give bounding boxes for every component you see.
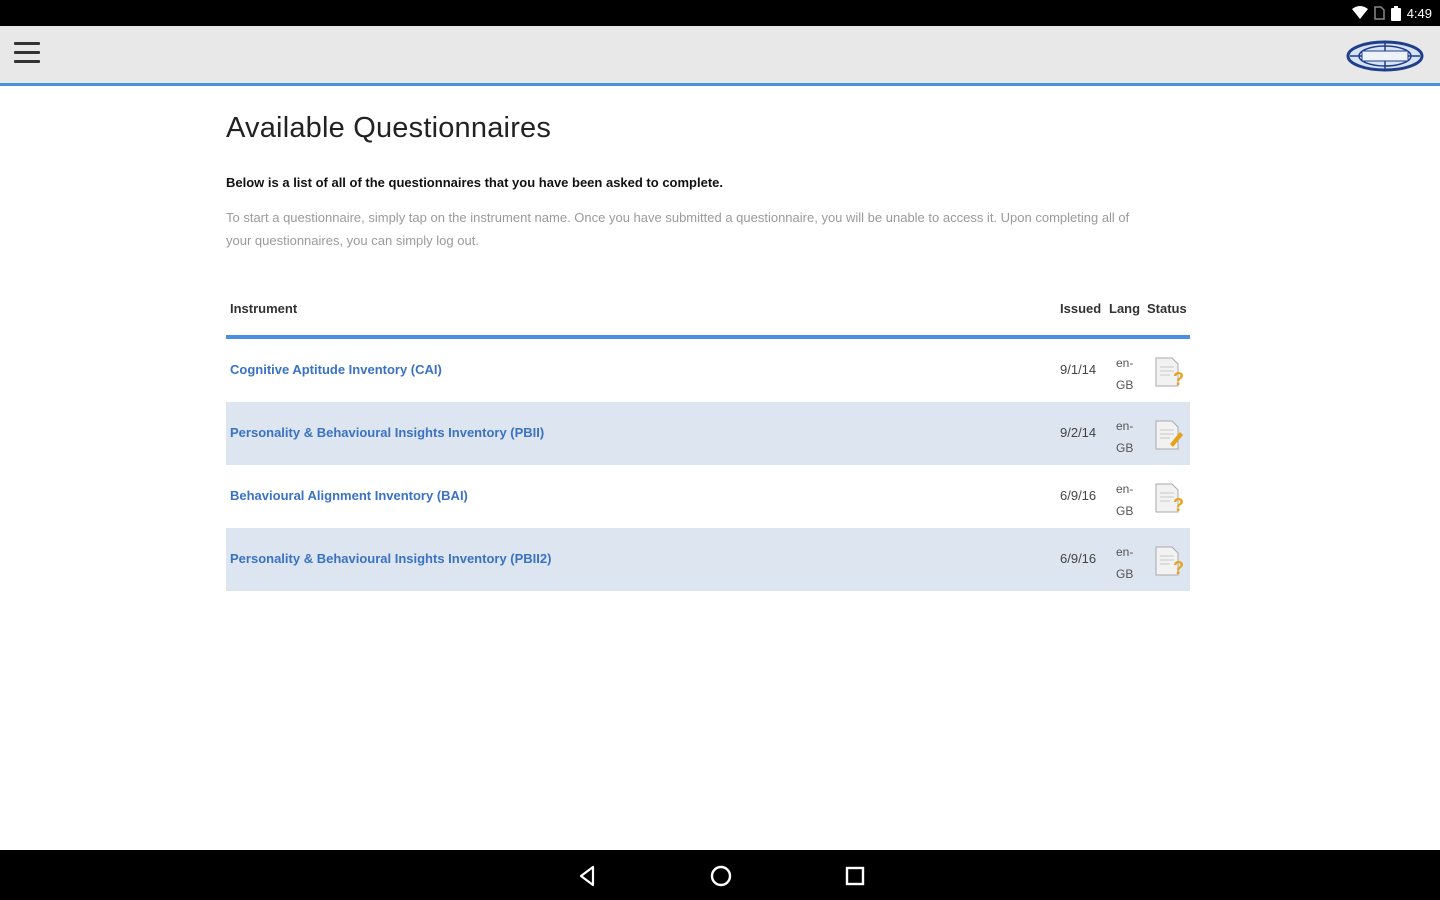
sim-icon: [1373, 6, 1385, 20]
lang-prefix: en-: [1116, 482, 1134, 496]
back-icon[interactable]: [575, 863, 601, 889]
app-toolbar: [0, 26, 1440, 86]
questionnaire-table: Instrument Issued Lang Status Cognitive …: [226, 290, 1190, 591]
system-navigation-bar: [0, 850, 1440, 900]
table-row: Personality & Behavioural Insights Inven…: [226, 402, 1190, 465]
svg-text:?: ?: [1173, 369, 1184, 389]
language-code: en- GB: [1116, 352, 1138, 396]
brand-logo-icon: [1346, 40, 1424, 72]
instrument-link[interactable]: Behavioural Alignment Inventory (BAI): [230, 488, 468, 503]
intro-instructions: To start a questionnaire, simply tap on …: [226, 210, 1130, 248]
table-row: Personality & Behavioural Insights Inven…: [226, 528, 1190, 591]
page-title: Available Questionnaires: [226, 112, 552, 144]
main-content: Available Questionnaires Below is a list…: [226, 110, 1190, 252]
lang-region: GB: [1116, 504, 1134, 518]
issued-date: 9/2/14: [1060, 425, 1097, 440]
issued-date: 9/1/14: [1060, 362, 1097, 377]
table-row: Cognitive Aptitude Inventory (CAI) 9/1/1…: [226, 339, 1190, 402]
home-icon[interactable]: [708, 863, 734, 889]
svg-text:?: ?: [1173, 495, 1184, 515]
lang-region: GB: [1116, 567, 1134, 581]
hamburger-menu-icon[interactable]: [14, 42, 42, 68]
lang-region: GB: [1116, 441, 1134, 455]
document-edit-icon[interactable]: [1152, 418, 1186, 452]
column-header-lang: Lang: [1109, 301, 1141, 316]
language-code: en- GB: [1116, 478, 1138, 522]
svg-text:?: ?: [1173, 558, 1184, 578]
table-row: Behavioural Alignment Inventory (BAI) 6/…: [226, 465, 1190, 528]
issued-date: 6/9/16: [1060, 551, 1097, 566]
intro-heading: Below is a list of all of the questionna…: [226, 175, 724, 190]
status-time: 4:49: [1406, 5, 1432, 21]
language-code: en- GB: [1116, 541, 1138, 585]
system-status-bar: 4:49: [0, 0, 1440, 26]
table-header: Instrument Issued Lang Status: [226, 290, 1190, 339]
battery-icon: [1390, 5, 1401, 21]
instrument-link[interactable]: Personality & Behavioural Insights Inven…: [230, 551, 551, 566]
recents-icon[interactable]: [842, 863, 868, 889]
lang-prefix: en-: [1116, 419, 1134, 433]
document-question-icon[interactable]: ?: [1152, 481, 1186, 515]
lang-region: GB: [1116, 378, 1134, 392]
lang-prefix: en-: [1116, 356, 1134, 370]
column-header-issued: Issued: [1060, 301, 1102, 316]
column-header-status: Status: [1147, 301, 1187, 316]
document-question-icon[interactable]: ?: [1152, 355, 1186, 389]
column-header-instrument: Instrument: [230, 301, 298, 316]
lang-prefix: en-: [1116, 545, 1134, 559]
wifi-icon: [1351, 6, 1368, 19]
instrument-link[interactable]: Cognitive Aptitude Inventory (CAI): [230, 362, 442, 377]
instrument-link[interactable]: Personality & Behavioural Insights Inven…: [230, 425, 544, 440]
document-question-icon[interactable]: ?: [1152, 544, 1186, 578]
language-code: en- GB: [1116, 415, 1138, 459]
issued-date: 6/9/16: [1060, 488, 1097, 503]
status-icons: 4:49: [1351, 4, 1432, 22]
